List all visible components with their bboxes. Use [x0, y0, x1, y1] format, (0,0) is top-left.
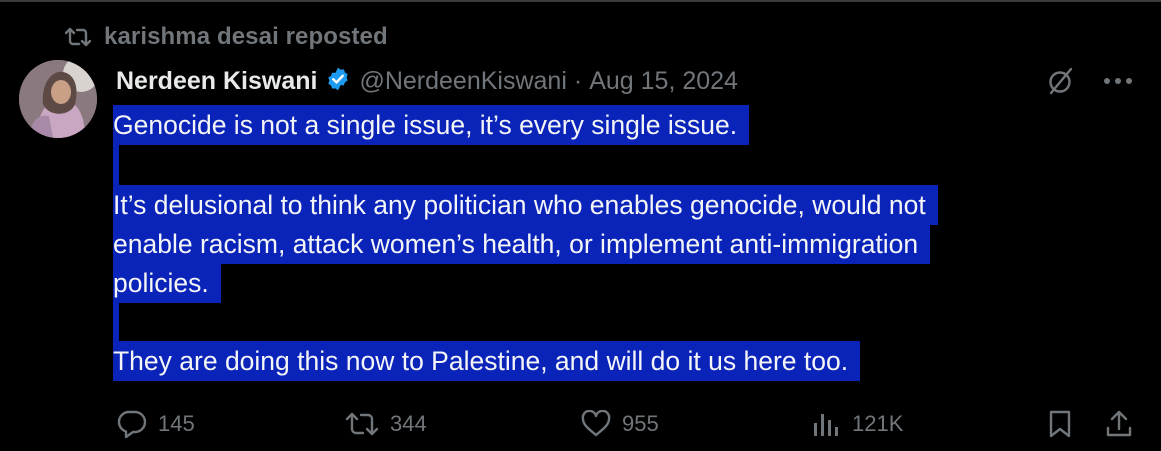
views-count: 121K: [852, 411, 904, 436]
tweet-line-text: enable racism, attack women’s health, or…: [113, 224, 931, 264]
tweet-line-text: policies.: [113, 263, 221, 303]
tweet-line-blank: [113, 303, 119, 343]
repost-icon: [344, 410, 380, 438]
tweet-line: policies.: [113, 263, 221, 303]
repost-label: karishma desai reposted: [104, 23, 388, 50]
avatar[interactable]: [19, 60, 97, 138]
heart-icon: [580, 410, 612, 438]
tweet[interactable]: karishma desai reposted Nerdeen Kiswani …: [0, 0, 1161, 451]
tweet-line-text: It’s delusional to think any politician …: [113, 185, 938, 225]
views-button[interactable]: 121K: [812, 404, 903, 444]
tweet-line-text: Genocide is not a single issue, it’s eve…: [113, 105, 750, 145]
tweet-line-text: [113, 145, 119, 185]
verified-badge-icon[interactable]: [325, 66, 351, 97]
more-dots-icon[interactable]: [1103, 77, 1133, 85]
post-date[interactable]: Aug 15, 2024: [589, 67, 738, 96]
slash-circle-icon[interactable]: [1047, 66, 1075, 96]
author-handle[interactable]: @NerdeenKiswani: [359, 67, 566, 96]
views-chart-icon: [812, 410, 842, 438]
share-icon: [1104, 409, 1134, 439]
tweet-header: Nerdeen Kiswani @NerdeenKiswani · Aug 15…: [116, 62, 738, 100]
author-name[interactable]: Nerdeen Kiswani: [116, 67, 317, 96]
bookmark-button[interactable]: [1047, 404, 1073, 444]
repost-context[interactable]: karishma desai reposted: [64, 20, 388, 54]
repost-button[interactable]: 344: [344, 404, 427, 444]
action-bar: 145 344 955 121K: [116, 404, 1146, 444]
tweet-line: They are doing this now to Palestine, an…: [113, 341, 861, 381]
tweet-line: It’s delusional to think any politician …: [113, 185, 938, 225]
reply-count: 145: [158, 411, 195, 436]
share-button[interactable]: [1104, 404, 1134, 444]
tweet-line-text: [113, 303, 119, 343]
bookmark-icon: [1047, 409, 1073, 439]
tweet-line: enable racism, attack women’s health, or…: [113, 224, 931, 264]
tweet-line: Genocide is not a single issue, it’s eve…: [113, 105, 750, 145]
repost-count: 344: [390, 411, 427, 436]
meta-separator: ·: [573, 66, 583, 95]
like-button[interactable]: 955: [580, 404, 659, 444]
reply-icon: [116, 409, 148, 439]
tweet-line-text: They are doing this now to Palestine, an…: [113, 341, 861, 381]
repost-icon: [64, 26, 92, 48]
like-count: 955: [622, 411, 659, 436]
reply-button[interactable]: 145: [116, 404, 195, 444]
header-actions: [1047, 66, 1133, 96]
tweet-line-blank: [113, 145, 119, 185]
